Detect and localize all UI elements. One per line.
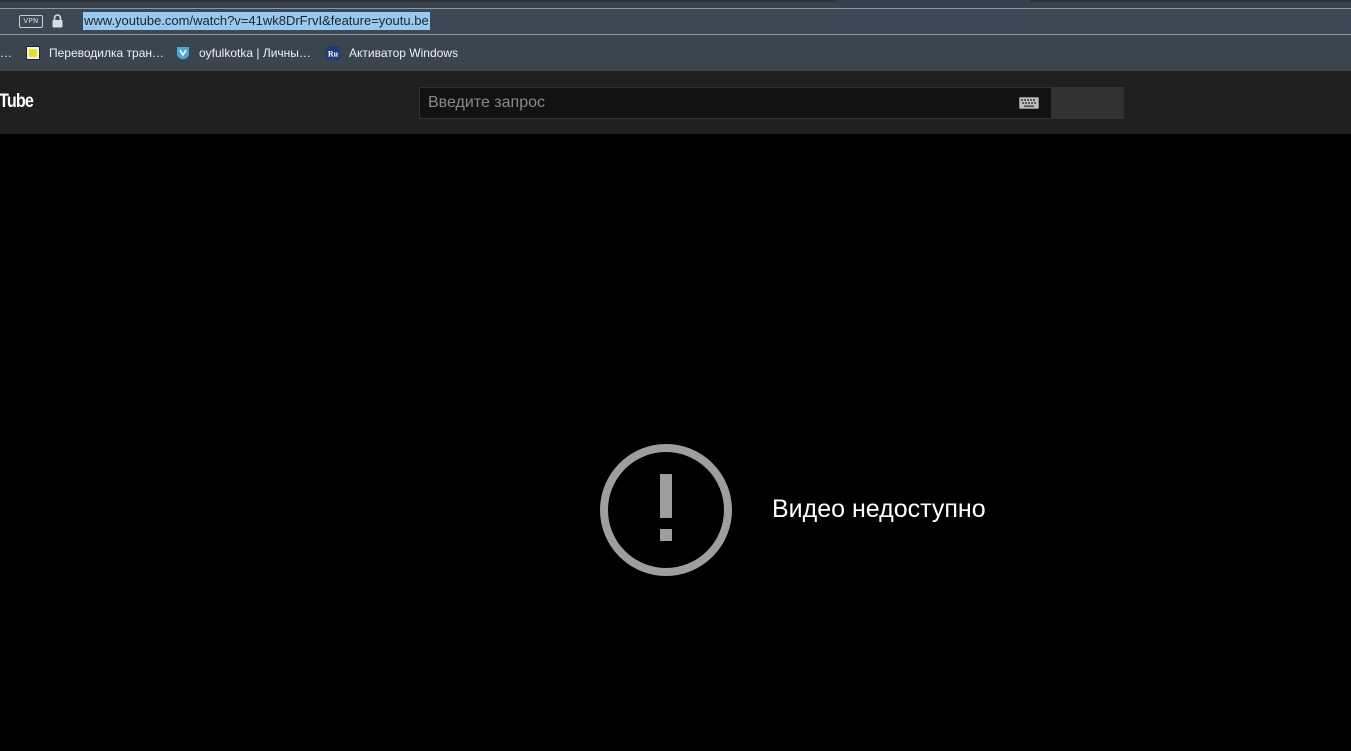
- bookmark-label: Переводилка тран…: [49, 46, 164, 60]
- tab-divider: [1030, 0, 1351, 2]
- svg-text:Ru: Ru: [328, 50, 339, 59]
- bookmarks-overflow[interactable]: …: [0, 46, 12, 60]
- bookmark-translator[interactable]: Переводилка тран…: [26, 45, 164, 61]
- bookmark-label: oyfulkotka | Личны…: [199, 46, 311, 60]
- bookmark-activator[interactable]: Ru Активатор Windows: [326, 45, 458, 61]
- error-message: Видео недоступно: [772, 495, 986, 523]
- ru-badge-icon: Ru: [326, 46, 340, 60]
- bookmarks-bar: … Переводилка тран… oyfulkotka | Личны… …: [0, 35, 1351, 71]
- vpn-badge[interactable]: VPN: [19, 15, 43, 28]
- search-box: [419, 87, 1052, 119]
- search-button[interactable]: [1052, 87, 1124, 119]
- tab-strip: [0, 0, 1351, 8]
- exclamation-circle-icon: [600, 444, 732, 576]
- youtube-logo[interactable]: Tube: [0, 91, 34, 113]
- bookmark-label: Активатор Windows: [349, 46, 458, 60]
- bookmark-oyfulkotka[interactable]: oyfulkotka | Личны…: [176, 45, 311, 61]
- yellow-square-icon: [26, 46, 40, 60]
- search-input[interactable]: [420, 88, 1018, 118]
- tab-divider: [0, 0, 836, 2]
- url-field[interactable]: www.youtube.com/watch?v=41wk8DrFrvI&feat…: [83, 12, 430, 30]
- keyboard-icon[interactable]: [1019, 97, 1039, 109]
- lock-icon[interactable]: [52, 14, 63, 28]
- fox-shield-icon: [177, 47, 189, 60]
- address-bar[interactable]: VPN www.youtube.com/watch?v=41wk8DrFrvI&…: [0, 8, 1351, 35]
- video-player[interactable]: Видео недоступно: [0, 134, 1351, 751]
- youtube-header: Tube: [0, 71, 1351, 134]
